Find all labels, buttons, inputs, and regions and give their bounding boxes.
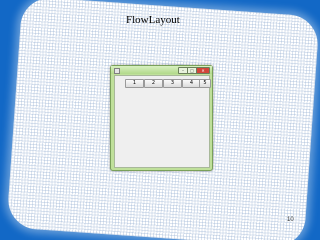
app-icon xyxy=(114,68,120,74)
button-5[interactable]: 5 xyxy=(199,79,211,88)
slide-title: FlowLayout xyxy=(126,14,180,26)
window-content: 1 2 3 4 5 xyxy=(114,75,211,168)
app-window: – □ ✕ 1 2 3 4 5 xyxy=(110,65,213,171)
close-button[interactable]: ✕ xyxy=(196,67,210,74)
window-titlebar[interactable]: – □ ✕ xyxy=(111,66,212,74)
page-number: 10 xyxy=(287,217,294,223)
button-2[interactable]: 2 xyxy=(144,79,163,88)
button-1[interactable]: 1 xyxy=(125,79,144,88)
button-3[interactable]: 3 xyxy=(163,79,182,88)
